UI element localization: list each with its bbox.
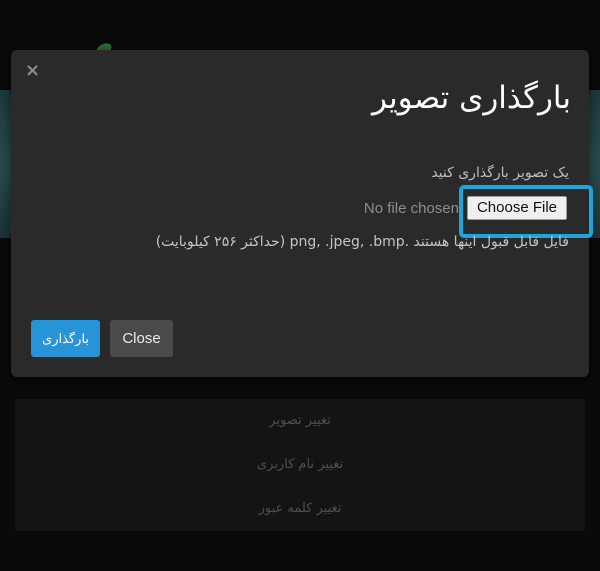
upload-label: یک تصویر بارگذاری کنید [431, 165, 569, 181]
close-button[interactable]: Close [110, 320, 173, 357]
profile-menu: تغییر تصویر تغییر نام کاربری تغییر کلمه … [15, 399, 585, 531]
menu-item-change-password[interactable]: تغییر کلمه عبور [15, 487, 585, 531]
modal-title: بارگذاری تصویر [371, 80, 571, 116]
close-icon[interactable]: × [25, 62, 41, 80]
menu-item-change-username[interactable]: تغییر نام کاربری [15, 443, 585, 487]
upload-button[interactable]: بارگذاری [31, 320, 100, 357]
accepted-formats-text: فایل قابل قبول اینها هستند .png, .jpeg, … [155, 234, 569, 250]
upload-image-modal: × بارگذاری تصویر یک تصویر بارگذاری کنید … [11, 50, 593, 377]
file-status: No file chosen [363, 199, 459, 217]
menu-item-change-image[interactable]: تغییر تصویر [15, 399, 585, 443]
annotation-highlight [459, 185, 593, 238]
